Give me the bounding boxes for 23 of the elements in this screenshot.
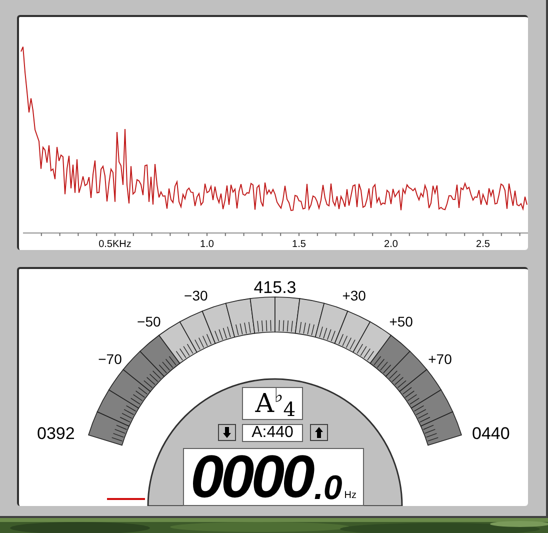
down-arrow-icon xyxy=(223,427,231,438)
frequency-value: 0000 xyxy=(190,451,312,503)
pitch-up-button[interactable] xyxy=(310,424,328,441)
unit-label: Hz xyxy=(344,489,357,503)
level-indicator xyxy=(107,498,145,500)
scale-label: −50 xyxy=(137,314,161,330)
scale-label: −30 xyxy=(184,287,208,304)
axis-label: 2.0 xyxy=(384,239,398,250)
axis-label: 2.5 xyxy=(476,239,490,250)
axis-label: 1.0 xyxy=(200,239,214,250)
frequency-decimal: .0 xyxy=(314,473,342,503)
axis-label: 1.5 xyxy=(292,239,306,250)
high-frequency: 0440 xyxy=(472,424,510,443)
axis-label: 0.5KHz xyxy=(98,239,132,250)
center-frequency: 415.3 xyxy=(254,278,296,297)
scale-label: +50 xyxy=(389,314,413,330)
scale-label: +70 xyxy=(428,350,452,367)
scale-label: +30 xyxy=(342,287,366,304)
reference-pitch: A:440 xyxy=(242,424,303,442)
pitch-down-button[interactable] xyxy=(218,424,236,441)
scale-label: −70 xyxy=(98,350,122,367)
low-frequency: 0392 xyxy=(37,424,75,443)
up-arrow-icon xyxy=(315,427,323,438)
